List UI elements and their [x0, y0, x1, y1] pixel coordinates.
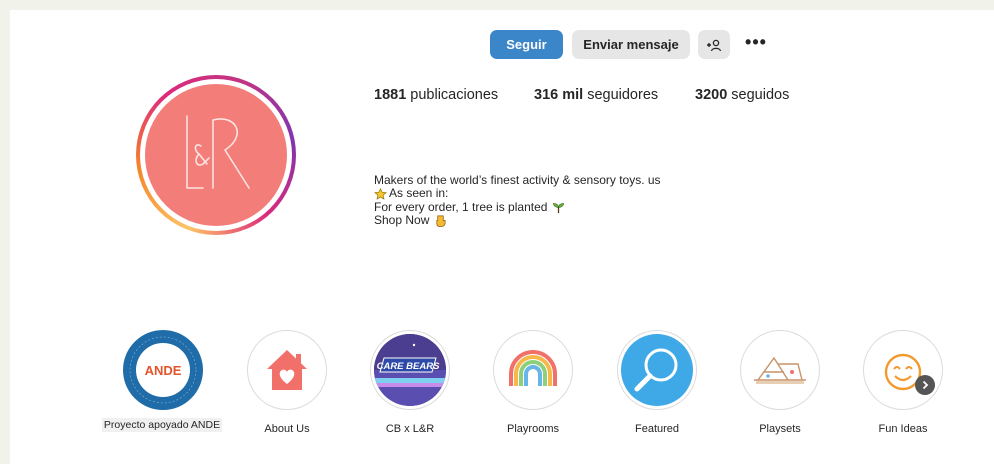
playset-icon	[754, 356, 806, 384]
following-count-value: 3200	[695, 87, 728, 103]
highlight-thumbnail	[251, 334, 323, 406]
highlight-circle	[493, 330, 573, 410]
highlight-circle	[863, 330, 943, 410]
following-count[interactable]: 3200 seguidos	[695, 87, 789, 103]
follow-button[interactable]: Seguir	[490, 30, 563, 59]
bio-line: For every order, 1 tree is planted	[374, 199, 661, 214]
care-bears-text: CARE BEARS	[377, 361, 440, 372]
posts-count: 1881 publicaciones	[374, 87, 498, 103]
highlight-label: CB x L&R	[385, 423, 435, 435]
highlight-circle: CARE BEARS	[370, 330, 450, 410]
bio-line: Makers of the world’s finest activity & …	[374, 173, 661, 187]
bio-text-3: For every order, 1 tree is planted	[374, 199, 548, 214]
highlights-next-button[interactable]	[915, 375, 935, 395]
bio-text-2: As seen in:	[389, 186, 449, 201]
smiley-icon	[884, 353, 922, 391]
highlight-circle	[247, 330, 327, 410]
lr-logo-icon	[186, 115, 250, 189]
followers-count-value: 316 mil	[534, 87, 584, 103]
highlight-circle	[740, 330, 820, 410]
suggest-users-button[interactable]	[698, 30, 730, 59]
highlight-label: Playrooms	[507, 423, 559, 435]
bio-line: As seen in:	[374, 186, 661, 201]
profile-avatar	[145, 84, 287, 226]
highlight-circle: ANDE	[123, 330, 203, 410]
chevron-right-icon	[922, 380, 929, 390]
profile-bio: Makers of the world’s finest activity & …	[374, 173, 661, 228]
highlight-label: About Us	[264, 423, 310, 435]
bio-text-1: Makers of the world’s finest activity & …	[374, 173, 661, 187]
bio-line: Shop Now	[374, 213, 661, 227]
followers-count-label: seguidores	[587, 87, 659, 103]
highlight-thumbnail	[497, 334, 569, 406]
highlight-label: Playsets	[759, 423, 801, 435]
ande-badge-icon: ANDE	[124, 331, 202, 409]
shop-now-text[interactable]: Shop Now	[374, 213, 429, 227]
profile-avatar-ring[interactable]	[136, 75, 296, 235]
pointing-down-icon	[436, 215, 446, 227]
highlight-thumbnail	[867, 334, 939, 406]
star-icon	[374, 188, 387, 200]
more-options-button[interactable]: •••	[744, 28, 768, 57]
posts-count-value: 1881	[374, 87, 407, 103]
add-person-icon	[707, 39, 722, 51]
magnifier-icon	[634, 348, 678, 392]
highlight-label: Fun Ideas	[878, 423, 928, 435]
rainbow-icon	[509, 350, 557, 386]
following-count-label: seguidos	[731, 87, 790, 103]
highlight-thumbnail: CARE BEARS	[374, 334, 446, 406]
send-message-button[interactable]: Enviar mensaje	[572, 30, 690, 59]
highlight-thumbnail: ANDE	[123, 330, 203, 410]
highlight-label: Proyecto apoyado ANDE	[102, 418, 222, 432]
seedling-icon	[553, 202, 565, 213]
highlight-circle	[617, 330, 697, 410]
highlight-label: Featured	[634, 423, 680, 435]
highlight-thumbnail	[744, 334, 816, 406]
followers-count[interactable]: 316 mil seguidores	[534, 87, 658, 103]
care-bears-logo-icon: CARE BEARS	[374, 334, 446, 406]
highlight-thumbnail	[621, 334, 693, 406]
house-heart-icon	[267, 350, 307, 390]
posts-count-label: publicaciones	[410, 87, 499, 103]
ande-badge-text: ANDE	[145, 363, 182, 378]
